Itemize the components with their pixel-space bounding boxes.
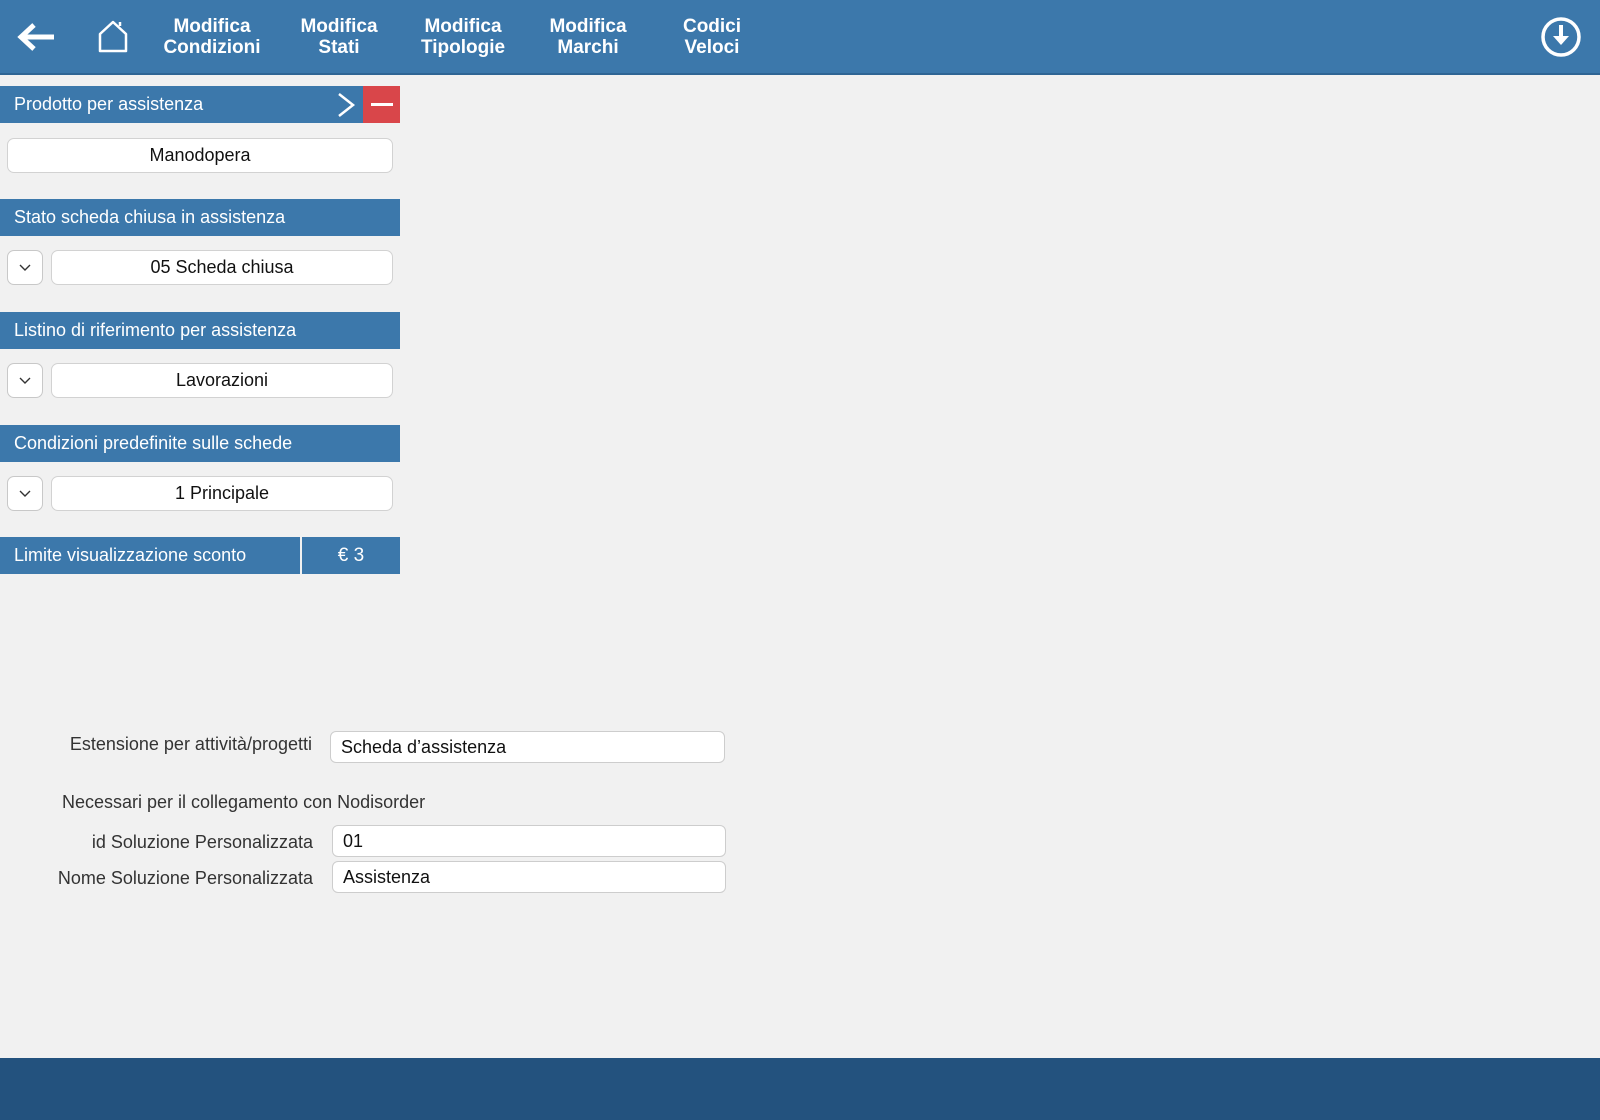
prodotto-value: Manodopera xyxy=(149,145,251,165)
chevron-down-icon xyxy=(19,490,31,497)
minus-icon xyxy=(370,103,393,106)
arrow-left-icon[interactable] xyxy=(16,20,56,54)
download-circle-icon[interactable] xyxy=(1540,16,1582,58)
listino-header: Listino di riferimento per assistenza xyxy=(0,312,400,349)
listino-select[interactable]: Lavorazioni xyxy=(51,363,393,398)
remove-button[interactable] xyxy=(363,86,400,123)
condizioni-value: 1 Principale xyxy=(174,483,270,503)
limite-title: Limite visualizzazione sconto xyxy=(14,545,247,565)
listino-value: Lavorazioni xyxy=(175,370,269,390)
codici-veloci-button[interactable]: Codici Veloci xyxy=(674,16,750,58)
condizioni-title: Condizioni predefinite sulle schede xyxy=(14,433,293,453)
listino-dropdown-button[interactable] xyxy=(7,363,43,398)
estensione-input[interactable]: Scheda d’assistenza xyxy=(330,731,725,763)
prodotto-title: Prodotto per assistenza xyxy=(14,94,204,114)
nodisorder-note: Necessari per il collegamento con Nodiso… xyxy=(62,792,426,812)
prodotto-field[interactable]: Manodopera xyxy=(7,138,393,173)
modifica-condizioni-button[interactable]: Modifica Condizioni xyxy=(160,16,264,58)
condizioni-header: Condizioni predefinite sulle schede xyxy=(0,425,400,462)
stato-select[interactable]: 05 Scheda chiusa xyxy=(51,250,393,285)
limite-header: Limite visualizzazione sconto xyxy=(0,537,300,574)
stato-title: Stato scheda chiusa in assistenza xyxy=(14,207,286,227)
top-toolbar: Modifica Condizioni Modifica Stati Modific… xyxy=(0,0,1600,75)
nome-soluzione-input[interactable]: Assistenza xyxy=(332,861,726,893)
chevron-down-icon xyxy=(19,377,31,384)
chevron-right-icon[interactable] xyxy=(330,86,362,123)
stato-header: Stato scheda chiusa in assistenza xyxy=(0,199,400,236)
stato-value: 05 Scheda chiusa xyxy=(150,257,294,277)
stato-dropdown-button[interactable] xyxy=(7,250,43,285)
listino-title: Listino di riferimento per assistenza xyxy=(14,320,297,340)
id-soluzione-label: id Soluzione Personalizzata xyxy=(91,832,313,852)
modifica-stati-button[interactable]: Modifica Stati xyxy=(295,16,383,58)
modifica-tipologie-button[interactable]: Modifica Tipologie xyxy=(416,16,510,58)
estensione-label: Estensione per attività/progetti xyxy=(69,734,312,754)
modifica-marchi-button[interactable]: Modifica Marchi xyxy=(543,16,633,58)
bottom-bar xyxy=(0,1058,1600,1120)
chevron-down-icon xyxy=(19,264,31,271)
condizioni-dropdown-button[interactable] xyxy=(7,476,43,511)
limite-value[interactable]: € 3 xyxy=(302,537,400,574)
condizioni-select[interactable]: 1 Principale xyxy=(51,476,393,511)
id-soluzione-input[interactable]: 01 xyxy=(332,825,726,857)
home-icon[interactable] xyxy=(96,18,130,54)
nome-soluzione-label: Nome Soluzione Personalizzata xyxy=(57,868,313,888)
